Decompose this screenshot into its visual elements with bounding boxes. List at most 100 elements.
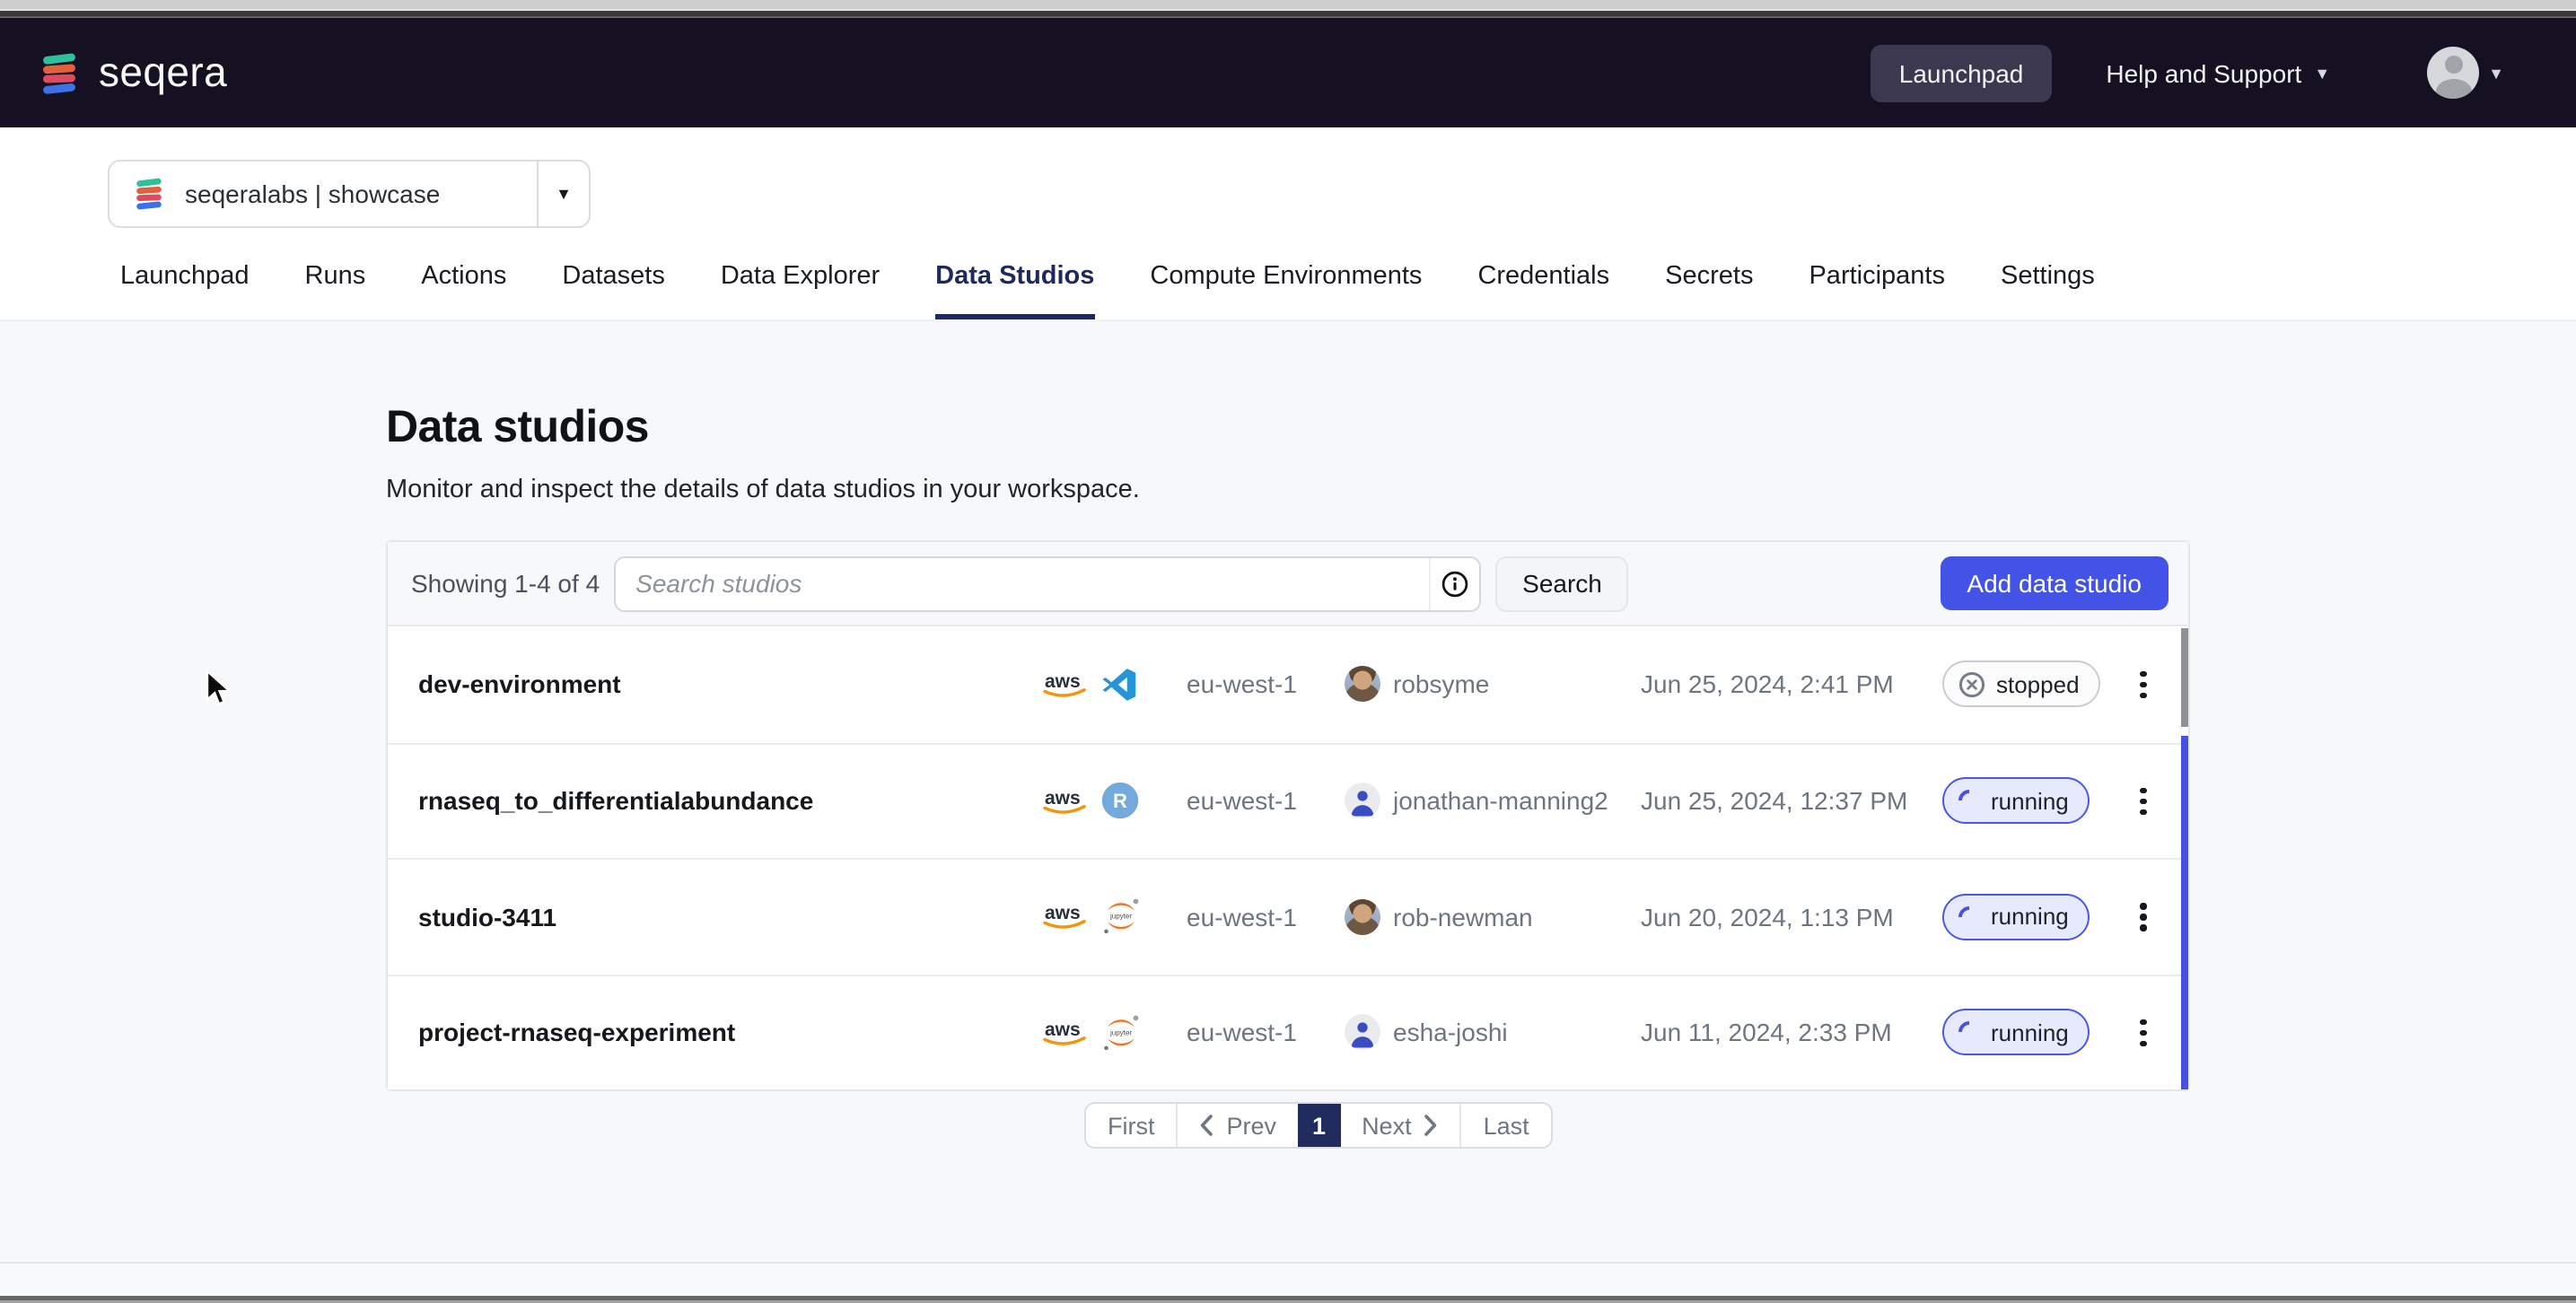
region-label: eu-west-1: [1187, 670, 1345, 699]
user-menu[interactable]: ▼: [2427, 47, 2504, 99]
user-avatar: [1345, 667, 1380, 703]
help-and-support-label: Help and Support: [2106, 58, 2301, 87]
help-and-support-menu[interactable]: Help and Support ▼: [2106, 58, 2330, 87]
add-data-studio-button[interactable]: Add data studio: [1940, 556, 2169, 610]
aws-icon: aws: [1041, 786, 1090, 817]
tab-credentials[interactable]: Credentials: [1477, 262, 1609, 319]
user-avatar: [1345, 899, 1380, 935]
environment-icons: aws jupyter: [1041, 896, 1187, 938]
studio-name[interactable]: rnaseq_to_differentialabundance: [418, 787, 1041, 816]
svg-text:aws: aws: [1045, 904, 1081, 924]
region-label: eu-west-1: [1187, 1019, 1345, 1047]
studio-name[interactable]: dev-environment: [418, 670, 1041, 699]
tab-settings[interactable]: Settings: [2001, 262, 2095, 319]
jupyter-icon: jupyter: [1100, 1012, 1142, 1054]
user-name: robsyme: [1393, 670, 1489, 699]
workspace-logo-icon: [131, 176, 167, 212]
brand-text: seqera: [99, 48, 227, 97]
user-cell: rob-newman: [1345, 899, 1641, 935]
studio-name[interactable]: project-rnaseq-experiment: [418, 1019, 1041, 1047]
created-date: Jun 25, 2024, 2:41 PM: [1641, 670, 1942, 699]
search-input[interactable]: [616, 557, 1429, 609]
aws-icon: aws: [1041, 902, 1090, 932]
status-badge: running: [1942, 1010, 2090, 1056]
page-subtitle: Monitor and inspect the details of data …: [386, 476, 1140, 504]
table-row[interactable]: project-rnaseq-experiment aws ju: [388, 974, 2188, 1089]
kebab-menu-button[interactable]: [2126, 892, 2161, 941]
studios-table: dev-environment aws eu-west-1: [388, 626, 2188, 1089]
page-content: Data studios Monitor and inspect the det…: [0, 321, 2576, 1262]
pagination-prev[interactable]: Prev: [1178, 1104, 1299, 1147]
search-group: [614, 555, 1481, 611]
tab-data-explorer[interactable]: Data Explorer: [721, 262, 880, 319]
tab-data-studios[interactable]: Data Studios: [935, 262, 1094, 319]
status-badge: stopped: [1942, 661, 2101, 708]
pagination-next[interactable]: Next: [1340, 1104, 1460, 1147]
workspace-selector[interactable]: seqeralabs | showcase ▼: [108, 160, 591, 228]
svg-text:aws: aws: [1045, 1019, 1081, 1040]
user-name: esha-joshi: [1393, 1019, 1508, 1047]
pagination-last[interactable]: Last: [1460, 1104, 1551, 1147]
user-name: rob-newman: [1393, 903, 1533, 931]
environment-icons: aws jupyter: [1041, 1012, 1187, 1054]
workspace-header: seqeralabs | showcase ▼ Launchpad Runs A…: [0, 127, 2576, 321]
pagination-prev-label: Prev: [1227, 1112, 1277, 1139]
window-chrome-strip: [0, 0, 2576, 18]
page-title: Data studios: [386, 402, 649, 454]
launchpad-button[interactable]: Launchpad: [1871, 44, 2053, 101]
status-label: stopped: [1996, 671, 2080, 698]
menu-cell: [2115, 660, 2172, 709]
kebab-menu-button[interactable]: [2126, 660, 2161, 709]
status-label: running: [1991, 788, 2069, 815]
user-avatar-icon: [1345, 1015, 1380, 1051]
navbar-right: Launchpad Help and Support ▼ ▼: [1871, 44, 2504, 101]
region-label: eu-west-1: [1187, 903, 1345, 931]
app-root: seqera Launchpad Help and Support ▼ ▼: [0, 0, 2576, 1303]
region-label: eu-west-1: [1187, 787, 1345, 816]
svg-text:aws: aws: [1045, 788, 1081, 809]
menu-cell: [2115, 1008, 2172, 1057]
search-button[interactable]: Search: [1495, 555, 1629, 611]
aws-icon: aws: [1041, 1018, 1090, 1048]
table-row[interactable]: rnaseq_to_differentialabundance aws R eu…: [388, 742, 2188, 858]
status-label: running: [1991, 904, 2069, 931]
workspace-selector-main: seqeralabs | showcase: [110, 162, 537, 226]
circle-x-icon: [1958, 671, 1985, 698]
pagination-current-page[interactable]: 1: [1298, 1104, 1340, 1147]
created-date: Jun 25, 2024, 12:37 PM: [1641, 787, 1942, 816]
brand[interactable]: seqera: [36, 48, 227, 97]
user-name: jonathan-manning2: [1393, 787, 1608, 816]
scrollbar-thumb[interactable]: [2180, 628, 2188, 727]
tab-launchpad[interactable]: Launchpad: [120, 262, 250, 319]
tab-actions[interactable]: Actions: [421, 262, 506, 319]
status-cell: stopped: [1942, 661, 2115, 708]
table-row[interactable]: dev-environment aws eu-west-1: [388, 626, 2188, 742]
chevron-right-icon: [1424, 1115, 1439, 1136]
menu-cell: [2115, 892, 2172, 941]
tab-datasets[interactable]: Datasets: [562, 262, 664, 319]
user-cell: robsyme: [1345, 667, 1641, 703]
studio-name[interactable]: studio-3411: [418, 903, 1041, 931]
jupyter-icon: jupyter: [1100, 896, 1142, 938]
kebab-menu-button[interactable]: [2126, 776, 2161, 826]
environment-icons: aws: [1041, 666, 1187, 704]
mouse-cursor: [205, 669, 233, 709]
tab-participants[interactable]: Participants: [1809, 262, 1945, 319]
aws-icon: aws: [1041, 669, 1090, 700]
created-date: Jun 20, 2024, 1:13 PM: [1641, 903, 1942, 931]
svg-text:jupyter: jupyter: [1109, 1028, 1132, 1036]
status-cell: running: [1942, 778, 2115, 825]
status-cell: running: [1942, 894, 2115, 940]
tab-runs[interactable]: Runs: [305, 262, 366, 319]
environment-icons: aws R: [1041, 782, 1187, 821]
workspace-caret-button[interactable]: ▼: [537, 162, 589, 226]
table-row[interactable]: studio-3411 aws jupyter: [388, 858, 2188, 974]
tab-compute-environments[interactable]: Compute Environments: [1150, 262, 1422, 319]
tab-secrets[interactable]: Secrets: [1665, 262, 1753, 319]
status-badge: running: [1942, 894, 2090, 940]
search-info-segment[interactable]: [1429, 557, 1479, 609]
vscode-icon: [1100, 666, 1138, 704]
pagination-first[interactable]: First: [1086, 1104, 1178, 1147]
kebab-menu-button[interactable]: [2126, 1008, 2161, 1057]
pagination: First Prev 1 Next Last: [1084, 1102, 1553, 1149]
